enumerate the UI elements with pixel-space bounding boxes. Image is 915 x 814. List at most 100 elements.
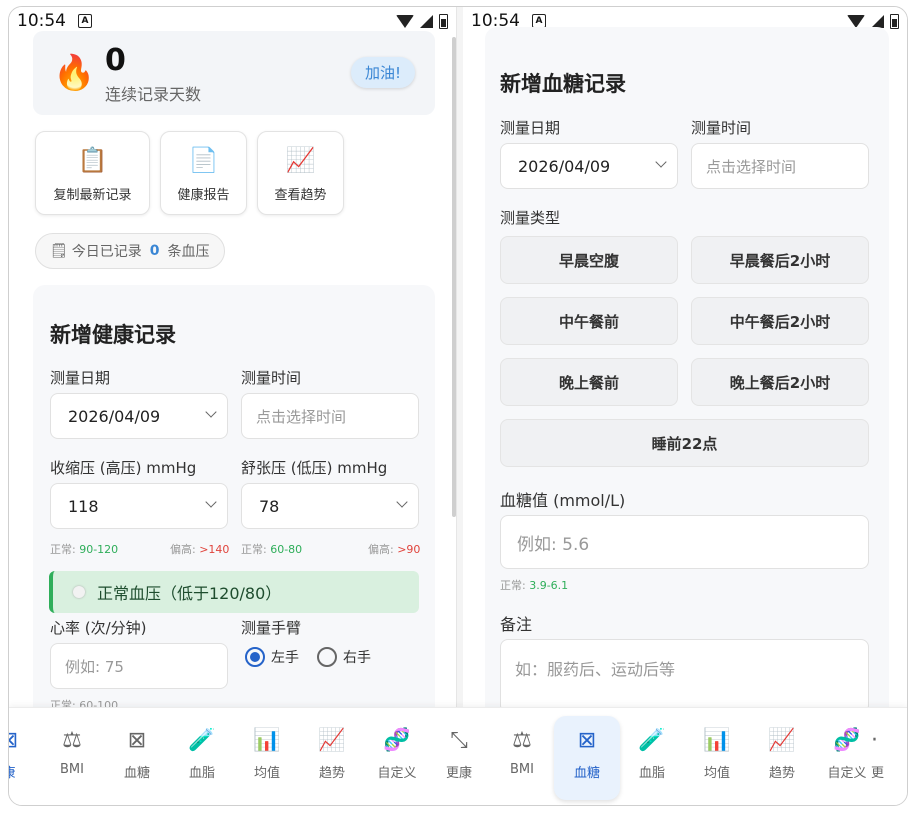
type-bedtime-button[interactable]: 睡前22点: [500, 419, 869, 467]
nav-item-glucose[interactable]: ⊠ 血糖: [107, 726, 167, 781]
nav-item-health[interactable]: ⊠ 康: [9, 726, 39, 781]
time-input[interactable]: 点击选择时间: [241, 393, 419, 439]
heart-rate-normal-hint: 正常: 60-100: [50, 699, 119, 707]
nav-item-lipid[interactable]: 🧪 血脂: [172, 726, 232, 781]
diastolic-select[interactable]: 78: [241, 483, 419, 529]
radio-selected-icon: [245, 647, 265, 667]
date-label: 测量日期: [50, 369, 111, 387]
chevron-down-icon: [396, 496, 408, 508]
flame-icon: 🔥: [53, 53, 96, 93]
type-morning-after-meal-button[interactable]: 早晨餐后2小时: [691, 236, 869, 284]
type-morning-fasting-button[interactable]: 早晨空腹: [500, 236, 678, 284]
systolic-high-hint: 偏高: >140: [170, 543, 230, 556]
health-report-label: 健康报告: [177, 188, 230, 203]
nav-item-trend[interactable]: 📈 趋势: [752, 726, 812, 781]
health-icon: ⊠: [9, 726, 39, 756]
document-icon: 📄: [188, 146, 219, 174]
arm-right-radio[interactable]: 右手: [317, 647, 371, 667]
wifi-icon: [847, 14, 865, 28]
wifi-icon: [396, 14, 414, 28]
heart-rate-input[interactable]: 例如: 75: [50, 643, 228, 689]
time-input[interactable]: 点击选择时间: [691, 143, 869, 189]
type-noon-after-meal-button[interactable]: 中午餐后2小时: [691, 297, 869, 345]
scale-icon: ⚖: [62, 728, 82, 753]
chevron-down-icon: [655, 156, 667, 168]
test-tube-icon: 🧪: [638, 728, 666, 753]
streak-label: 连续记录天数: [105, 85, 202, 104]
nav-item-more[interactable]: · 更: [871, 726, 907, 781]
left-screen: 10:54 A 🔥 0 连续记录天数 加油! 📋 复制最新记录 📄 健康报告 📈…: [9, 7, 456, 707]
glucose-label: 血糖值 (mmol/L): [500, 491, 626, 510]
bar-chart-icon: 📊: [703, 728, 731, 753]
heart-rate-label: 心率 (次/分钟): [50, 619, 147, 637]
health-report-button[interactable]: 📄 健康报告: [160, 131, 247, 215]
type-label: 测量类型: [500, 209, 561, 227]
more-icon: ·: [871, 728, 878, 753]
date-select[interactable]: 2026/04/09: [50, 393, 228, 439]
type-noon-before-meal-button[interactable]: 中午餐前: [500, 297, 678, 345]
nav-item-average[interactable]: 📊 均值: [237, 726, 297, 781]
bp-status-text: 正常血压（低于120/80）: [97, 584, 282, 603]
trend-chart-icon: 📈: [318, 728, 346, 753]
notification-icon: A: [78, 14, 92, 28]
trend-chart-icon: 📈: [768, 728, 796, 753]
today-count: 0: [149, 243, 160, 259]
type-evening-after-meal-button[interactable]: 晚上餐后2小时: [691, 358, 869, 406]
bottom-navigation: ⊠ 康 ⚖ BMI ⊠ 血糖 🧪 血脂 📊 均值 📈 趋势 🧬 自定义 ⤡: [9, 707, 907, 805]
nav-item-more[interactable]: ⤡ 更康: [429, 726, 489, 781]
copy-latest-label: 复制最新记录: [53, 188, 132, 203]
nav-item-custom[interactable]: 🧬 自定义: [817, 726, 877, 781]
glucose-input[interactable]: 例如: 5.6: [500, 515, 869, 569]
nav-item-average[interactable]: 📊 均值: [687, 726, 747, 781]
systolic-normal-hint: 正常: 90-120: [50, 543, 119, 556]
date-value: 2026/04/09: [68, 406, 161, 426]
copy-latest-button[interactable]: 📋 复制最新记录: [35, 131, 150, 215]
nav-item-glucose[interactable]: ⊠ 血糖: [557, 726, 617, 781]
glucose-icon: ⊠: [577, 728, 597, 753]
date-value: 2026/04/09: [518, 156, 611, 176]
glucose-normal-hint: 正常: 3.9-6.1: [500, 579, 569, 592]
dna-icon: 🧬: [383, 728, 411, 753]
nav-item-custom[interactable]: 🧬 自定义: [367, 726, 427, 781]
test-tube-icon: 🧪: [188, 728, 216, 753]
right-screen: 10:54 A 新增血糖记录 测量日期 测量时间 2026/04/09 点击选择…: [463, 7, 907, 707]
nav-item-trend[interactable]: 📈 趋势: [302, 726, 362, 781]
type-evening-before-meal-button[interactable]: 晚上餐前: [500, 358, 678, 406]
trend-chart-icon: 📈: [285, 146, 316, 174]
chevron-down-icon: [205, 406, 217, 418]
battery-icon: [439, 13, 448, 29]
radio-unselected-icon: [317, 647, 337, 667]
streak-count: 0: [105, 43, 126, 78]
status-time: 10:54: [17, 11, 66, 31]
notification-icon: A: [532, 14, 546, 28]
status-dot-icon: [73, 586, 85, 598]
date-select[interactable]: 2026/04/09: [500, 143, 678, 189]
battery-icon: [890, 13, 899, 29]
cheer-button[interactable]: 加油!: [350, 57, 415, 88]
signal-icon: [420, 14, 433, 28]
arm-label: 测量手臂: [241, 619, 302, 637]
note-textarea[interactable]: 如：服药后、运动后等: [500, 639, 869, 707]
expand-icon: ⤡: [450, 728, 468, 753]
note-label: 备注: [500, 615, 533, 634]
scale-icon: ⚖: [512, 728, 532, 753]
arm-left-label: 左手: [271, 650, 299, 666]
dna-icon: 🧬: [833, 728, 861, 753]
arm-left-radio[interactable]: 左手: [245, 647, 299, 667]
view-trend-button[interactable]: 📈 查看趋势: [257, 131, 344, 215]
arm-right-label: 右手: [343, 650, 371, 666]
date-label: 测量日期: [500, 119, 561, 137]
nav-item-lipid[interactable]: 🧪 血脂: [622, 726, 682, 781]
chevron-down-icon: [205, 496, 217, 508]
time-label: 测量时间: [241, 369, 302, 387]
nav-item-bmi[interactable]: ⚖ BMI: [492, 726, 552, 777]
bp-status-banner: 正常血压（低于120/80）: [49, 571, 419, 613]
nav-item-bmi[interactable]: ⚖ BMI: [42, 726, 102, 777]
systolic-value: 118: [68, 496, 99, 516]
diastolic-high-hint: 偏高: >90: [368, 543, 421, 556]
glucose-form-title: 新增血糖记录: [500, 72, 626, 96]
diastolic-value: 78: [259, 496, 280, 516]
systolic-select[interactable]: 118: [50, 483, 228, 529]
notepad-icon: 🗒: [50, 243, 68, 259]
diastolic-normal-hint: 正常: 60-80: [241, 543, 303, 556]
